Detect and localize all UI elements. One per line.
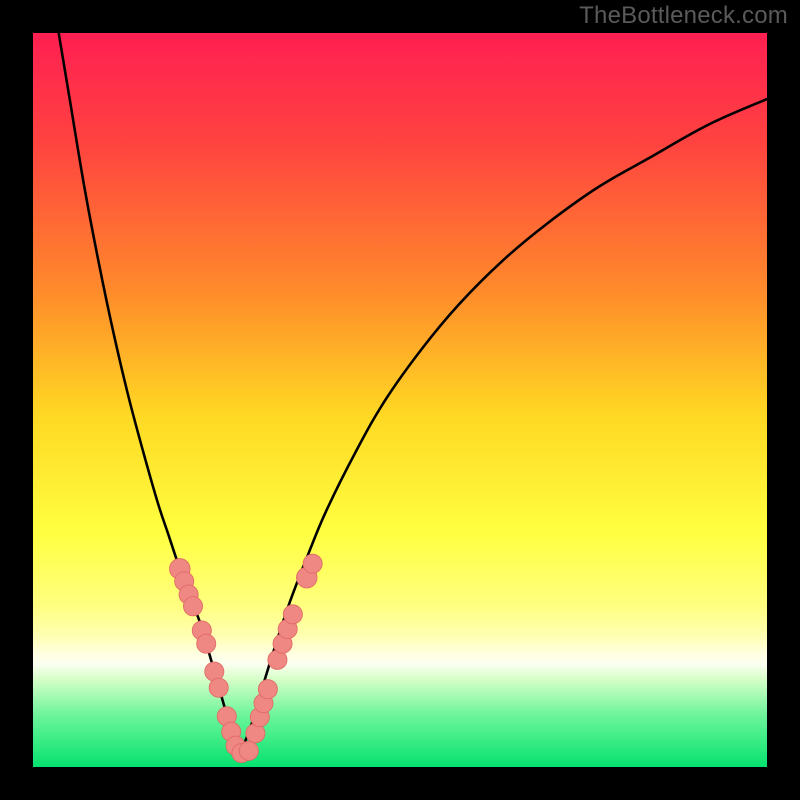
data-marker: [239, 741, 258, 760]
curves-layer: [33, 33, 767, 767]
markers-group: [170, 554, 323, 762]
data-marker: [283, 605, 302, 624]
data-marker: [258, 680, 277, 699]
data-marker: [197, 634, 216, 653]
data-marker: [303, 554, 322, 573]
plot-area: [33, 33, 767, 767]
chart-frame: TheBottleneck.com: [0, 0, 800, 800]
data-marker: [209, 678, 228, 697]
data-marker: [183, 597, 202, 616]
watermark-text: TheBottleneck.com: [579, 2, 788, 30]
right-branch-curve: [239, 99, 767, 756]
